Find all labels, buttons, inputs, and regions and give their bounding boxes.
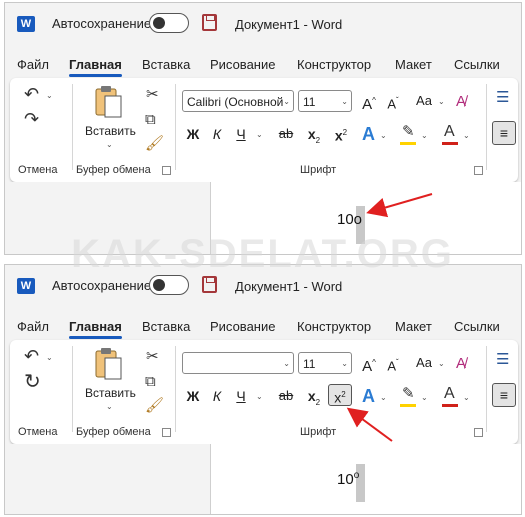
arrow-to-text — [366, 193, 433, 218]
annotation-arrows — [346, 193, 433, 442]
arrow-to-superscript — [346, 407, 393, 442]
